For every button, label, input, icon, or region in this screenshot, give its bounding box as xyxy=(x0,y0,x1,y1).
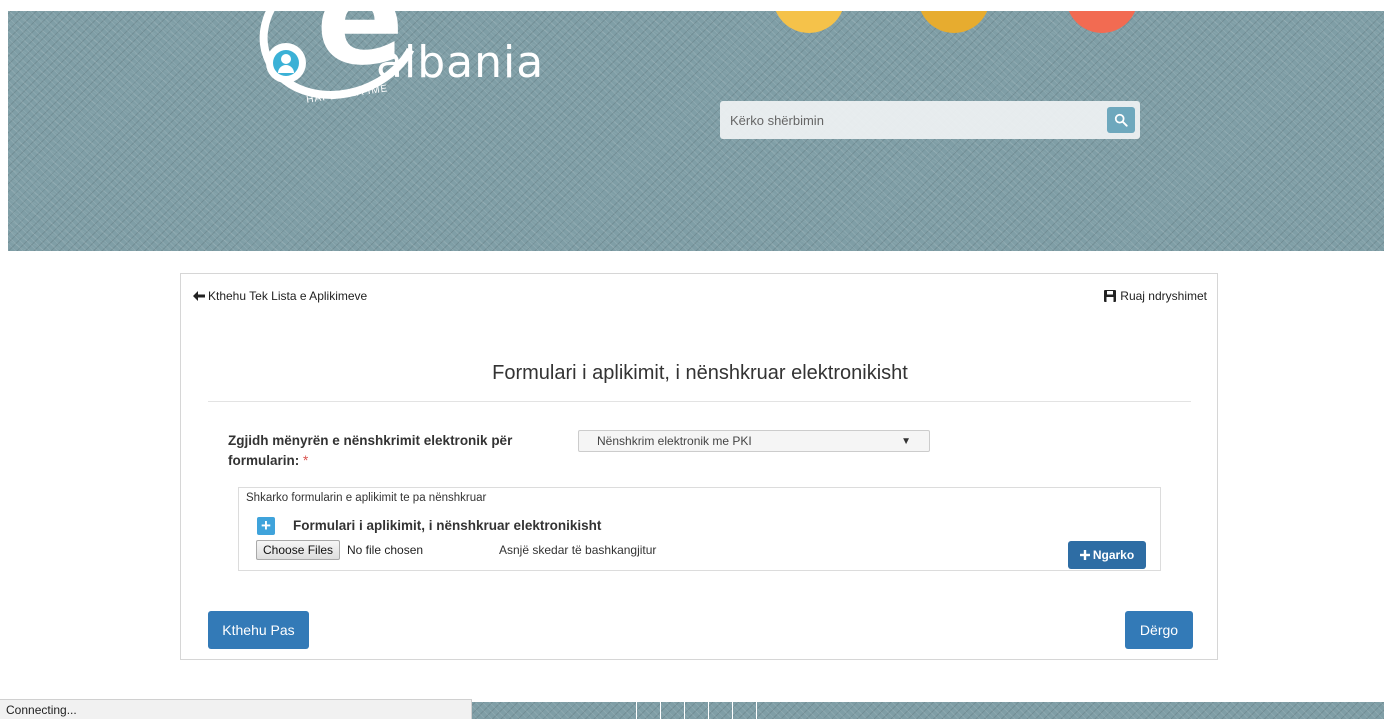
yellow-circle-decoration xyxy=(773,11,845,33)
signature-method-label: Zgjidh mënyrën e nënshkrimit elektronik … xyxy=(228,431,548,471)
upload-button[interactable]: Ngarko xyxy=(1068,541,1146,569)
expand-plus-icon[interactable]: + xyxy=(257,517,275,535)
arrow-left-icon xyxy=(193,291,205,301)
orange-circle-decoration xyxy=(918,11,990,33)
save-changes-link[interactable]: Ruaj ndryshimet xyxy=(1104,289,1207,303)
signature-method-select[interactable]: Nënshkrim elektronik me PKI ▼ xyxy=(578,430,930,452)
application-form-card: Kthehu Tek Lista e Aplikimeve Ruaj ndrys… xyxy=(180,273,1218,660)
search-input[interactable] xyxy=(720,101,1120,139)
back-link-label: Kthehu Tek Lista e Aplikimeve xyxy=(208,289,368,303)
no-file-chosen-text: No file chosen xyxy=(347,543,424,557)
upload-section: Shkarko formularin e aplikimit te pa nën… xyxy=(238,487,1161,571)
search-button[interactable] xyxy=(1107,107,1135,133)
plus-icon xyxy=(1079,550,1090,560)
floppy-disk-icon xyxy=(1104,290,1117,302)
user-avatar-icon xyxy=(266,43,306,83)
save-link-label: Ruaj ndryshimet xyxy=(1120,289,1207,303)
send-button[interactable]: Dërgo xyxy=(1125,611,1193,649)
search-bar xyxy=(720,101,1140,139)
go-back-button[interactable]: Kthehu Pas xyxy=(208,611,309,649)
title-divider xyxy=(208,401,1191,402)
choose-files-button[interactable]: Choose Files xyxy=(256,540,341,560)
download-unsigned-form-link[interactable]: Shkarko formularin e aplikimit te pa nën… xyxy=(246,492,486,504)
signature-method-label-text: Zgjidh mënyrën e nënshkrimit elektronik … xyxy=(228,433,513,468)
red-circle-decoration xyxy=(1066,11,1138,33)
footer-decoration xyxy=(636,696,760,719)
search-icon xyxy=(1114,113,1128,127)
logo-text: albania xyxy=(376,37,545,88)
status-text: Connecting... xyxy=(6,703,77,717)
footer-banner xyxy=(470,702,1384,719)
upload-button-label: Ngarko xyxy=(1092,548,1135,562)
required-marker: * xyxy=(303,453,309,468)
form-title: Formulari i aplikimit, i nënshkruar elek… xyxy=(492,362,908,384)
signature-method-selected: Nënshkrim elektronik me PKI xyxy=(597,434,752,448)
header-banner: e albania HAPESIRA IME xyxy=(8,11,1384,251)
back-to-applications-link[interactable]: Kthehu Tek Lista e Aplikimeve xyxy=(193,289,367,303)
e-albania-logo[interactable]: e albania HAPESIRA IME xyxy=(239,11,578,131)
browser-status-bar: Connecting... xyxy=(0,699,472,719)
no-attachment-text: Asnjë skedar të bashkangjitur xyxy=(499,543,657,557)
upload-section-title: Formulari i aplikimit, i nënshkruar elek… xyxy=(293,518,602,533)
dropdown-arrow-icon: ▼ xyxy=(901,435,911,447)
